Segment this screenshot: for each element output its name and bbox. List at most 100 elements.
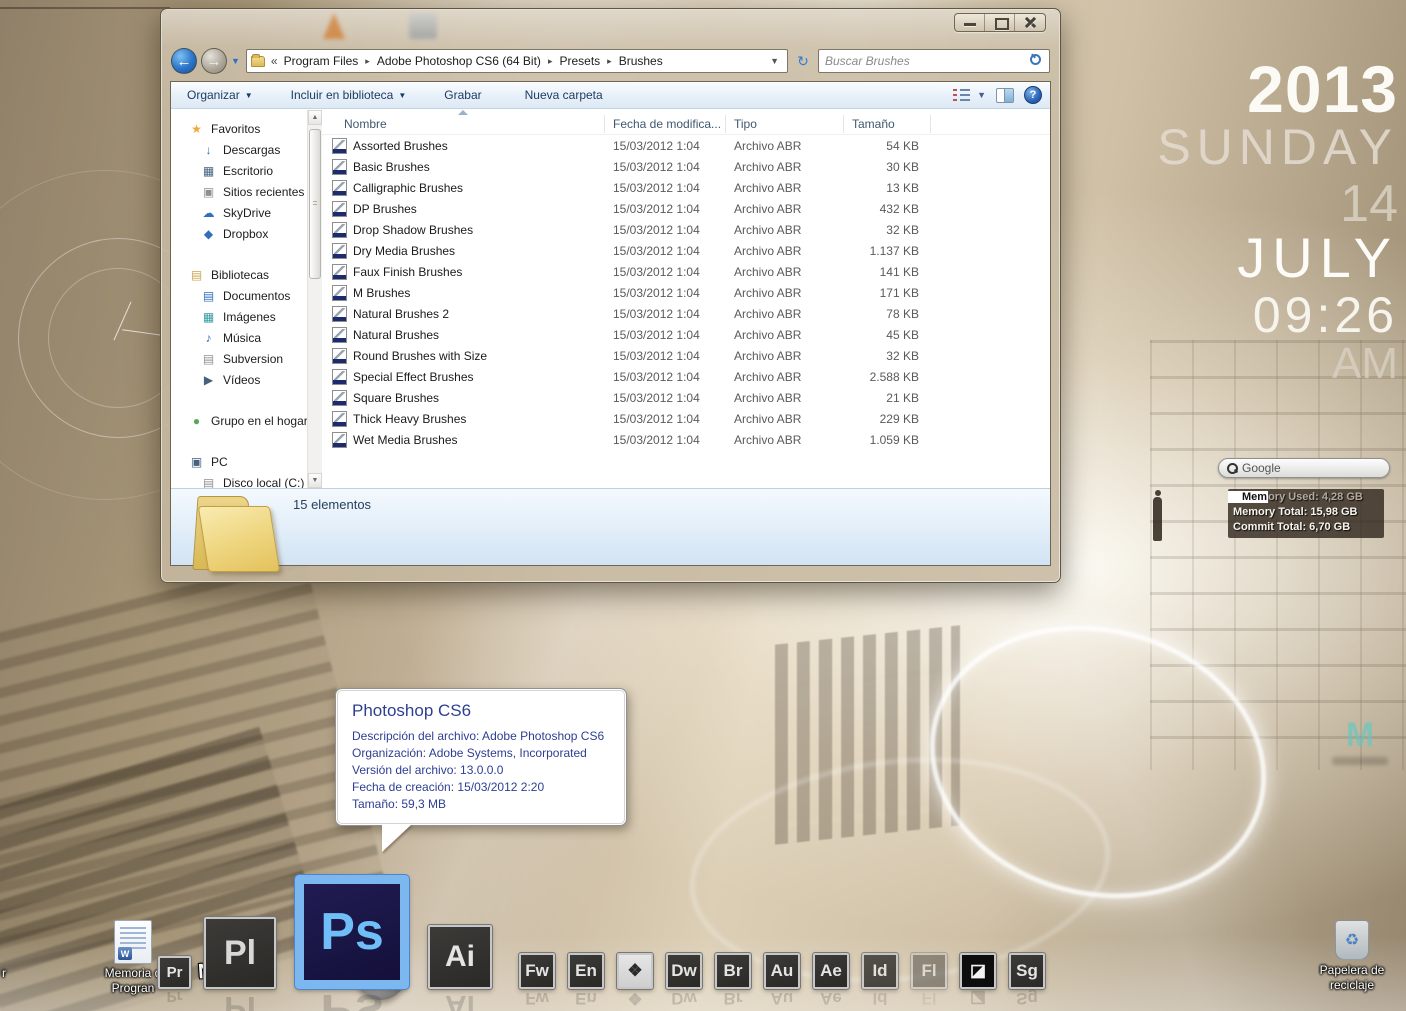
breadcrumb-segment[interactable]: Program Files ▸ <box>284 54 377 68</box>
refresh-button[interactable]: ↻ <box>792 49 814 73</box>
scroll-up-icon[interactable]: ▲ <box>308 110 322 125</box>
search-input[interactable] <box>825 54 1031 68</box>
dock-item-after-effects[interactable]: Ae <box>812 952 850 990</box>
sidebar-item-documentos[interactable]: ▤ Documentos <box>171 285 307 306</box>
sidebar-item-escritorio[interactable]: ▦ Escritorio <box>171 160 307 181</box>
sidebar-item-disco-local[interactable]: ▤ Disco local (C:) <box>171 472 307 489</box>
toolbar-button[interactable]: Incluir en biblioteca ▼ <box>283 84 415 106</box>
column-header-fecha[interactable]: Fecha de modifica... <box>605 114 726 133</box>
breadcrumb-segment[interactable]: Brushes ▸ <box>619 54 663 68</box>
address-dropdown-icon[interactable]: ▼ <box>766 56 783 66</box>
breadcrumb-segment[interactable]: Adobe Photoshop CS6 (64 Bit) ▸ <box>377 54 560 68</box>
sidebar-item-subversion[interactable]: ▤ Subversion <box>171 348 307 369</box>
file-row[interactable]: DP Brushes 15/03/2012 1:04 Archivo ABR 4… <box>322 198 1050 219</box>
sidebar-item-grupo-hogar[interactable]: ● Grupo en el hogar <box>171 410 307 431</box>
dock-item-indesign[interactable]: Id <box>861 952 899 990</box>
sidebar-item-descargas[interactable]: ↓ Descargas <box>171 139 307 160</box>
tooltip-line: Descripción del archivo: Adobe Photoshop… <box>352 729 605 743</box>
file-row[interactable]: Special Effect Brushes 15/03/2012 1:04 A… <box>322 366 1050 387</box>
file-row[interactable]: M Brushes 15/03/2012 1:04 Archivo ABR 17… <box>322 282 1050 303</box>
dock-item-speedgrade[interactable]: Sg <box>1008 952 1046 990</box>
sidebar-item-imagenes[interactable]: ▦ Imágenes <box>171 306 307 327</box>
dock-item-encore[interactable]: En <box>567 952 605 990</box>
sidebar-item-dropbox[interactable]: ◆ Dropbox <box>171 223 307 244</box>
dock-item-photoshop[interactable]: Ps <box>294 874 410 990</box>
file-row[interactable]: Basic Brushes 15/03/2012 1:04 Archivo AB… <box>322 156 1050 177</box>
breadcrumb-overflow-chevron[interactable]: « <box>271 54 278 68</box>
abr-file-icon <box>332 137 347 154</box>
file-row[interactable]: Calligraphic Brushes 15/03/2012 1:04 Arc… <box>322 177 1050 198</box>
breadcrumb-separator-icon: ▸ <box>365 55 370 66</box>
sidebar-item-favoritos[interactable]: ★ Favoritos <box>171 118 307 139</box>
column-header-tamano[interactable]: Tamaño <box>844 114 931 133</box>
dock-item-audition[interactable]: Au <box>763 952 801 990</box>
file-row[interactable]: Wet Media Brushes 15/03/2012 1:04 Archiv… <box>322 429 1050 450</box>
scroll-down-icon[interactable]: ▼ <box>308 473 322 488</box>
toolbar-button[interactable]: Organizar ▼ <box>179 84 261 106</box>
abr-file-icon <box>332 179 347 196</box>
scrollbar-thumb[interactable] <box>309 129 321 279</box>
column-headers: Nombre Fecha de modifica... Tipo Tamaño <box>322 113 1050 135</box>
file-row[interactable]: Natural Brushes 15/03/2012 1:04 Archivo … <box>322 324 1050 345</box>
close-button[interactable] <box>1015 14 1045 31</box>
clock-day: 14 <box>1340 175 1398 233</box>
minimize-button[interactable] <box>955 14 985 31</box>
dock-item-premiere[interactable]: Pr <box>157 955 192 990</box>
application-dock: Pr Pl Ps Ai Fw En ❖ <box>157 874 1046 990</box>
search-box[interactable] <box>818 49 1050 73</box>
breadcrumb-separator-icon: ▸ <box>547 55 553 66</box>
sidebar-item-bibliotecas[interactable]: ▤ Bibliotecas <box>171 264 307 285</box>
sidebar-item-skydrive[interactable]: ☁ SkyDrive <box>171 202 307 223</box>
file-row[interactable]: Faux Finish Brushes 15/03/2012 1:04 Arch… <box>322 261 1050 282</box>
recent-pages-dropdown[interactable]: ▼ <box>231 56 240 66</box>
back-button[interactable]: ← <box>171 48 197 74</box>
memory-tooltip-chip: Mem <box>1228 491 1269 503</box>
preview-pane-icon[interactable] <box>996 87 1014 103</box>
sidebar-scrollbar[interactable]: ▲ ▼ <box>307 110 322 488</box>
file-row[interactable]: Drop Shadow Brushes 15/03/2012 1:04 Arch… <box>322 219 1050 240</box>
file-row[interactable]: Natural Brushes 2 15/03/2012 1:04 Archiv… <box>322 303 1050 324</box>
forward-button[interactable]: → <box>201 48 227 74</box>
vlc-icon-behind-glass <box>323 13 345 39</box>
dock-item-output-module[interactable]: ◪ <box>959 952 997 990</box>
watermark-subtext-blur <box>1332 757 1388 765</box>
column-header-tipo[interactable]: Tipo <box>726 114 844 133</box>
tooltip-pointer <box>382 824 412 852</box>
dock-item-extension-manager[interactable]: ❖ <box>616 952 654 990</box>
sidebar-item-pc[interactable]: ▣ PC <box>171 451 307 472</box>
column-header-nombre[interactable]: Nombre <box>322 114 605 133</box>
tooltip-line: Organización: Adobe Systems, Incorporate… <box>352 746 587 760</box>
sort-ascending-icon <box>458 110 468 115</box>
views-dropdown-arrow-icon[interactable]: ▼ <box>977 90 986 100</box>
desktop-icon-recycle-bin[interactable]: Papelera de reciclaje <box>1302 920 1402 993</box>
dock-item-fireworks[interactable]: Fw <box>518 952 556 990</box>
toolbar-button[interactable]: Grabar <box>436 84 494 106</box>
scrollbar-track[interactable] <box>308 125 322 473</box>
file-row[interactable]: Round Brushes with Size 15/03/2012 1:04 … <box>322 345 1050 366</box>
tooltip-lines: Descripción del archivo: Adobe Photoshop… <box>352 728 612 813</box>
breadcrumb-segment[interactable]: Presets ▸ <box>559 54 618 68</box>
help-icon[interactable]: ? <box>1024 86 1042 104</box>
file-row[interactable]: Square Brushes 15/03/2012 1:04 Archivo A… <box>322 387 1050 408</box>
clock-meridiem: AM <box>1332 339 1398 388</box>
file-row[interactable]: Thick Heavy Brushes 15/03/2012 1:04 Arch… <box>322 408 1050 429</box>
address-bar[interactable]: « Program Files ▸ Adobe Photoshop CS6 (6… <box>245 49 788 73</box>
dock-item-dreamweaver[interactable]: Dw <box>665 952 703 990</box>
sidebar-item-musica[interactable]: ♪ Música <box>171 327 307 348</box>
google-search-widget[interactable]: Google <box>1218 458 1390 478</box>
change-view-icon[interactable] <box>951 87 971 103</box>
sidebar-item-videos[interactable]: ▶ Vídeos <box>171 369 307 390</box>
file-row[interactable]: Dry Media Brushes 15/03/2012 1:04 Archiv… <box>322 240 1050 261</box>
file-rows: Assorted Brushes 15/03/2012 1:04 Archivo… <box>322 135 1050 450</box>
folder-icon <box>250 53 265 67</box>
sidebar-item-sitios-recientes[interactable]: ▣ Sitios recientes <box>171 181 307 202</box>
dock-item-bridge[interactable]: Br <box>714 952 752 990</box>
memory-used-line: Memory Used: 4,28 GB <box>1228 490 1379 505</box>
dock-item-prelude[interactable]: Pl <box>203 916 277 990</box>
file-row[interactable]: Assorted Brushes 15/03/2012 1:04 Archivo… <box>322 135 1050 156</box>
tooltip-line: Versión del archivo: 13.0.0.0 <box>352 763 504 777</box>
dock-item-illustrator[interactable]: Ai <box>427 924 493 990</box>
dock-item-flash[interactable]: Fl <box>910 952 948 990</box>
maximize-button[interactable] <box>985 14 1015 31</box>
toolbar-button[interactable]: Nueva carpeta <box>517 84 616 106</box>
